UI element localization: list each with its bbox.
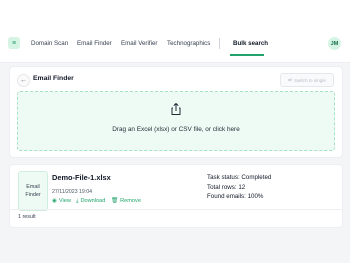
task-status: Task status: Completed (207, 173, 271, 183)
task-type-badge: Email Finder (18, 171, 48, 211)
dropzone-instructions: Drag an Excel (xlsx) or CSV file, or cli… (112, 126, 240, 133)
file-name: Demo-File-1.xlsx (52, 173, 111, 182)
app-logo[interactable]: ≡ (8, 37, 20, 49)
found-emails-label: Found emails: (207, 193, 246, 200)
nav-divider (219, 38, 220, 49)
results-count: 1 result (18, 214, 36, 220)
view-button[interactable]: ◉ View (52, 197, 71, 205)
bulk-task-card: Email Finder Demo-File-1.xlsx 27/11/2023… (9, 164, 343, 228)
nav-domain-scan[interactable]: Domain Scan (31, 37, 68, 51)
top-navigation-bar: ≡ Domain Scan Email Finder Email Verifie… (0, 0, 350, 63)
total-rows-value: 12 (238, 183, 246, 191)
nav-email-finder[interactable]: Email Finder (77, 37, 112, 51)
upload-icon (171, 103, 181, 115)
back-button[interactable]: ← (17, 74, 30, 87)
task-status-value: Completed (241, 174, 272, 181)
trash-icon: 🗑 (111, 198, 119, 204)
view-label: View (58, 198, 71, 204)
switch-to-single-label: Switch to single (293, 77, 326, 83)
divider (10, 209, 342, 210)
nav-email-verifier[interactable]: Email Verifier (121, 37, 157, 51)
eye-icon: ◉ (52, 198, 57, 204)
user-avatar[interactable]: JM (328, 37, 341, 50)
download-label: Download (80, 198, 106, 204)
task-stats: Task status: Completed Total rows: 12 Fo… (207, 173, 271, 202)
total-rows-label: Total rows: (207, 183, 237, 191)
file-date: 27/11/2023 19:04 (52, 189, 92, 195)
remove-button[interactable]: 🗑 Remove (111, 197, 141, 205)
found-emails: Found emails: 100% (207, 192, 271, 202)
nav-technographics[interactable]: Technographics (167, 37, 210, 51)
found-emails-value: 100% (247, 193, 264, 200)
email-finder-upload-card: ← Email Finder ⇄ Switch to single Drag a… (9, 66, 343, 158)
task-status-label: Task status: (207, 174, 240, 181)
file-dropzone[interactable]: Drag an Excel (xlsx) or CSV file, or cli… (17, 91, 335, 151)
download-button[interactable]: ⤓ Download (76, 197, 105, 205)
arrow-left-icon: ← (20, 77, 27, 84)
total-rows: Total rows: 12 (207, 183, 271, 193)
nav-bulk-search[interactable]: Bulk search (233, 37, 268, 51)
card-title: Email Finder (33, 75, 74, 82)
download-icon: ⤓ (76, 198, 79, 204)
active-tab-indicator (230, 54, 264, 56)
switch-to-single-button[interactable]: ⇄ Switch to single (280, 73, 334, 87)
remove-label: Remove (120, 198, 141, 204)
swap-icon: ⇄ (288, 77, 292, 82)
